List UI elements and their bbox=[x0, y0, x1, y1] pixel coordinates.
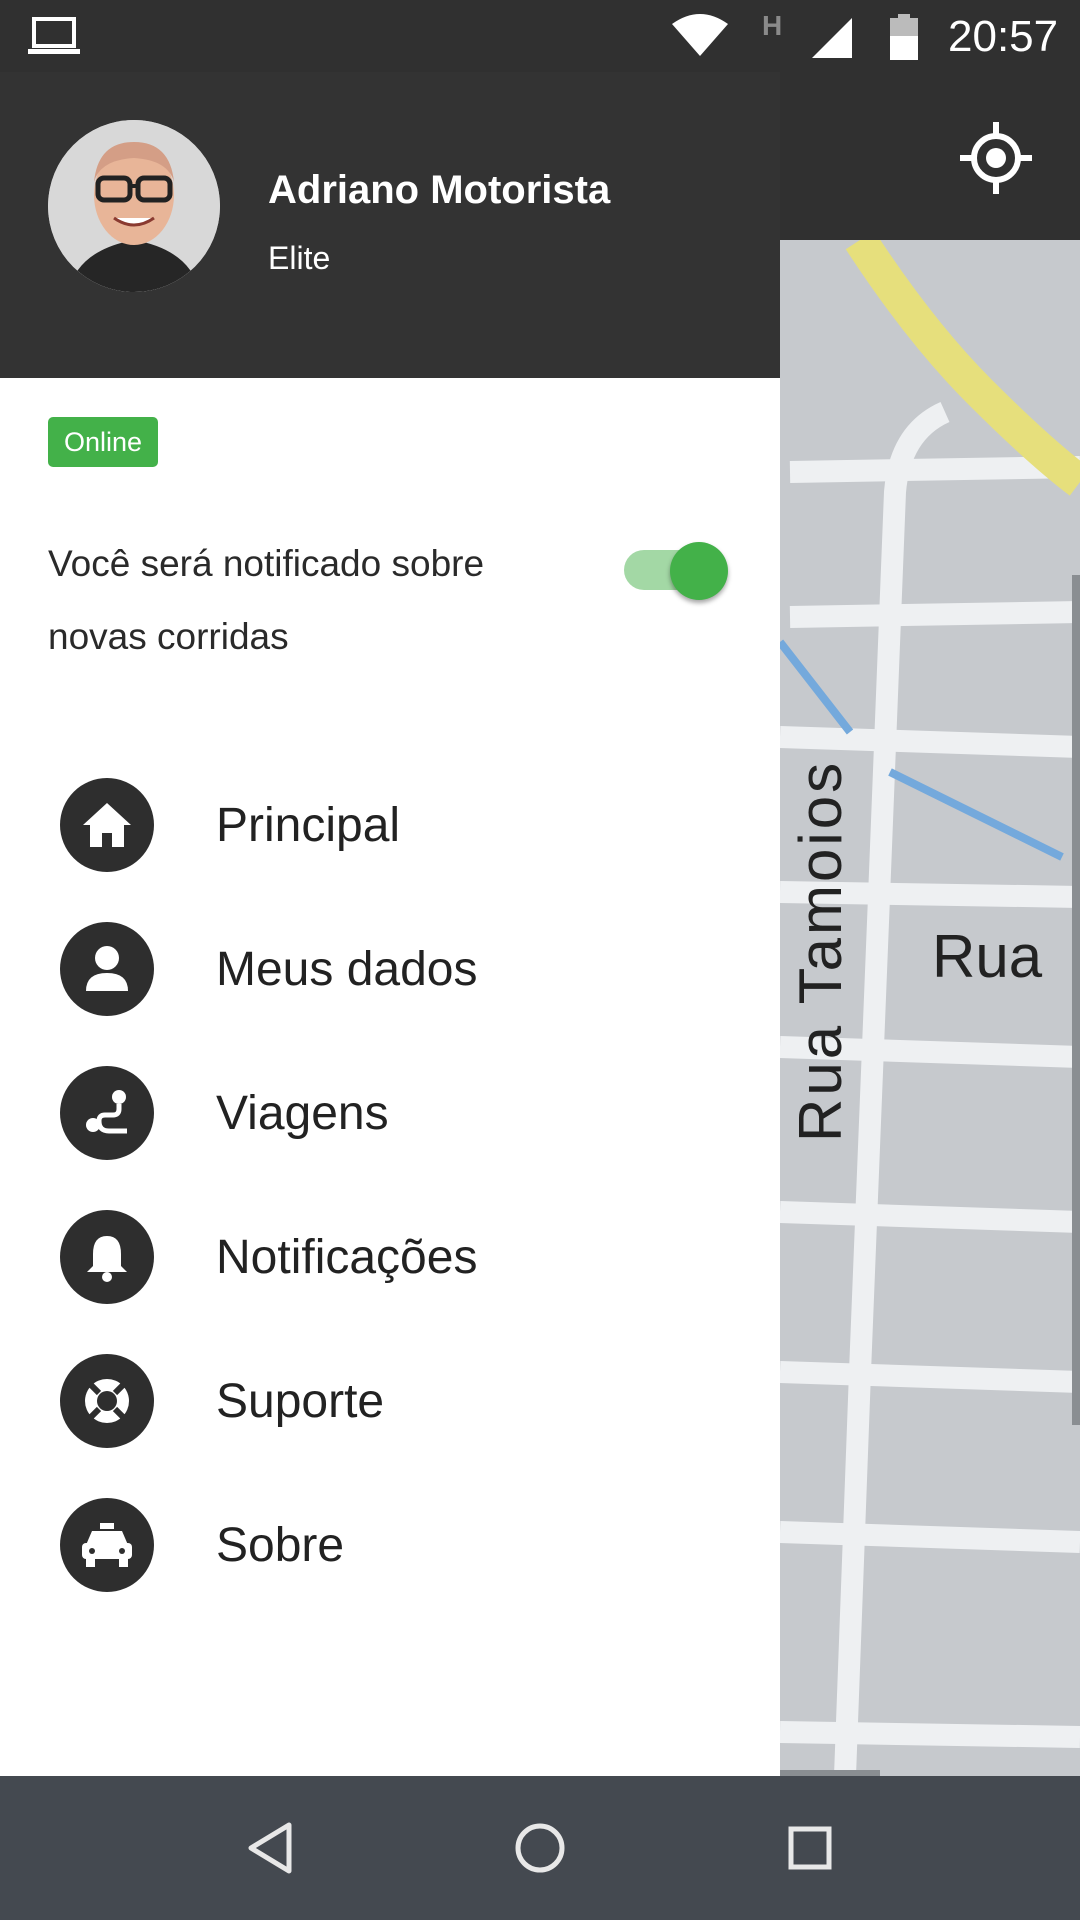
status-badge: Online bbox=[48, 417, 159, 467]
back-triangle-icon bbox=[248, 1822, 292, 1874]
menu-label: Sobre bbox=[216, 1519, 345, 1572]
street-label-horizontal: Rua bbox=[932, 923, 1043, 990]
street-label-vertical: Rua Tamoios bbox=[787, 759, 854, 1142]
system-nav-bar bbox=[0, 1776, 1080, 1920]
menu-label: Suporte bbox=[216, 1375, 385, 1428]
drawer-header: Adriano Motorista Elite bbox=[0, 72, 780, 378]
person-icon bbox=[60, 922, 154, 1016]
my-location-button[interactable] bbox=[956, 118, 1036, 198]
home-icon bbox=[60, 778, 154, 872]
menu-label: Notificações bbox=[216, 1231, 478, 1284]
back-button[interactable] bbox=[238, 1816, 302, 1880]
route-icon bbox=[60, 1066, 154, 1160]
recents-square-icon bbox=[788, 1826, 832, 1870]
user-name: Adriano Motorista bbox=[268, 168, 611, 212]
signal-icon bbox=[812, 18, 852, 63]
menu-item-sobre[interactable]: Sobre bbox=[0, 1472, 780, 1616]
toggle-thumb bbox=[670, 542, 728, 600]
wifi-icon bbox=[670, 12, 730, 63]
home-circle-icon bbox=[515, 1823, 565, 1873]
menu-label: Meus dados bbox=[216, 943, 478, 996]
notification-description: Você será notificado sobre novas corrida… bbox=[48, 543, 485, 657]
avatar-photo bbox=[48, 120, 220, 292]
online-toggle[interactable] bbox=[622, 532, 734, 600]
user-level: Elite bbox=[268, 240, 331, 276]
taxi-icon bbox=[60, 1498, 154, 1592]
bell-icon bbox=[60, 1210, 154, 1304]
avatar[interactable] bbox=[48, 120, 220, 292]
menu-label: Viagens bbox=[216, 1087, 389, 1140]
menu-item-suporte[interactable]: Suporte bbox=[0, 1328, 780, 1472]
status-bar: H 20:57 bbox=[0, 0, 1080, 72]
battery-icon bbox=[890, 14, 918, 65]
menu-label: Principal bbox=[216, 799, 401, 852]
menu-item-viagens[interactable]: Viagens bbox=[0, 1040, 780, 1184]
lifebuoy-icon bbox=[60, 1354, 154, 1448]
menu-item-notificacoes[interactable]: Notificações bbox=[0, 1184, 780, 1328]
map-scrollbar bbox=[1072, 575, 1080, 1425]
status-clock: 20:57 bbox=[948, 12, 1059, 61]
navigation-drawer: Adriano Motorista Elite Online Você será… bbox=[0, 72, 780, 1776]
drawer-menu: Principal Meus dados Viagens Notificaçõe… bbox=[0, 752, 780, 1616]
network-type-label: H bbox=[762, 10, 783, 41]
laptop-icon bbox=[28, 16, 80, 61]
crosshair-icon bbox=[960, 122, 1032, 194]
home-button[interactable] bbox=[508, 1816, 572, 1880]
menu-item-principal[interactable]: Principal bbox=[0, 752, 780, 896]
recents-button[interactable] bbox=[778, 1816, 842, 1880]
menu-item-meus-dados[interactable]: Meus dados bbox=[0, 896, 780, 1040]
